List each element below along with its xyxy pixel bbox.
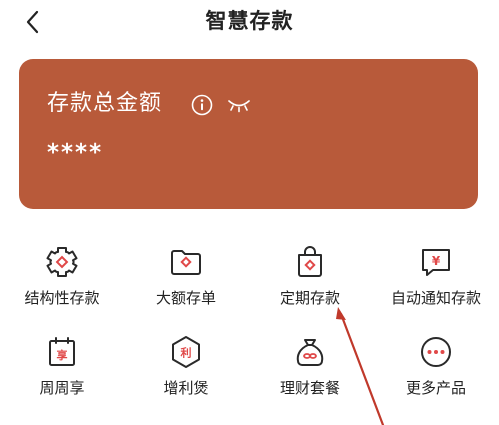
- nav-header: 智慧存款: [0, 0, 499, 44]
- product-label: 增利煲: [163, 379, 209, 397]
- product-label: 理财套餐: [279, 379, 340, 397]
- product-label: 定期存款: [279, 289, 340, 307]
- product-more[interactable]: 更多产品: [374, 322, 498, 404]
- product-label: 结构性存款: [24, 289, 100, 307]
- product-label: 更多产品: [405, 379, 466, 397]
- money-bag-icon: [296, 339, 324, 366]
- product-zenglibao[interactable]: 利 增利煲: [124, 322, 248, 404]
- info-icon[interactable]: [191, 94, 213, 116]
- svg-text:利: 利: [181, 346, 192, 360]
- message-yuan-icon: ¥: [422, 249, 450, 276]
- product-label: 自动通知存款: [390, 289, 481, 307]
- product-label: 周周享: [39, 379, 85, 397]
- svg-text:享: 享: [57, 348, 68, 362]
- deposit-total-amount: ****: [47, 140, 104, 166]
- page-title: 智慧存款: [205, 9, 294, 33]
- product-structured-deposit[interactable]: 结构性存款: [0, 232, 124, 314]
- folder-icon: [171, 250, 201, 275]
- svg-text:¥: ¥: [432, 254, 441, 268]
- more-dots-icon: [421, 337, 451, 367]
- eye-closed-icon[interactable]: [227, 97, 251, 113]
- bag-icon: [298, 246, 322, 277]
- hexagon-badge-icon: 利: [172, 336, 200, 368]
- product-label: 大额存单: [155, 289, 216, 307]
- product-weekly[interactable]: 享 周周享: [0, 322, 124, 404]
- calendar-icon: 享: [49, 337, 75, 366]
- deposit-total-card: 存款总金额 ****: [19, 59, 478, 209]
- product-notice-deposit[interactable]: ¥ 自动通知存款: [374, 232, 498, 314]
- product-large-cd[interactable]: 大额存单: [124, 232, 248, 314]
- deposit-total-label: 存款总金额: [47, 91, 163, 116]
- product-wealth-package[interactable]: 理财套餐: [248, 322, 372, 404]
- product-fixed-deposit[interactable]: 定期存款: [248, 232, 372, 314]
- puzzle-gear-icon: [46, 247, 78, 277]
